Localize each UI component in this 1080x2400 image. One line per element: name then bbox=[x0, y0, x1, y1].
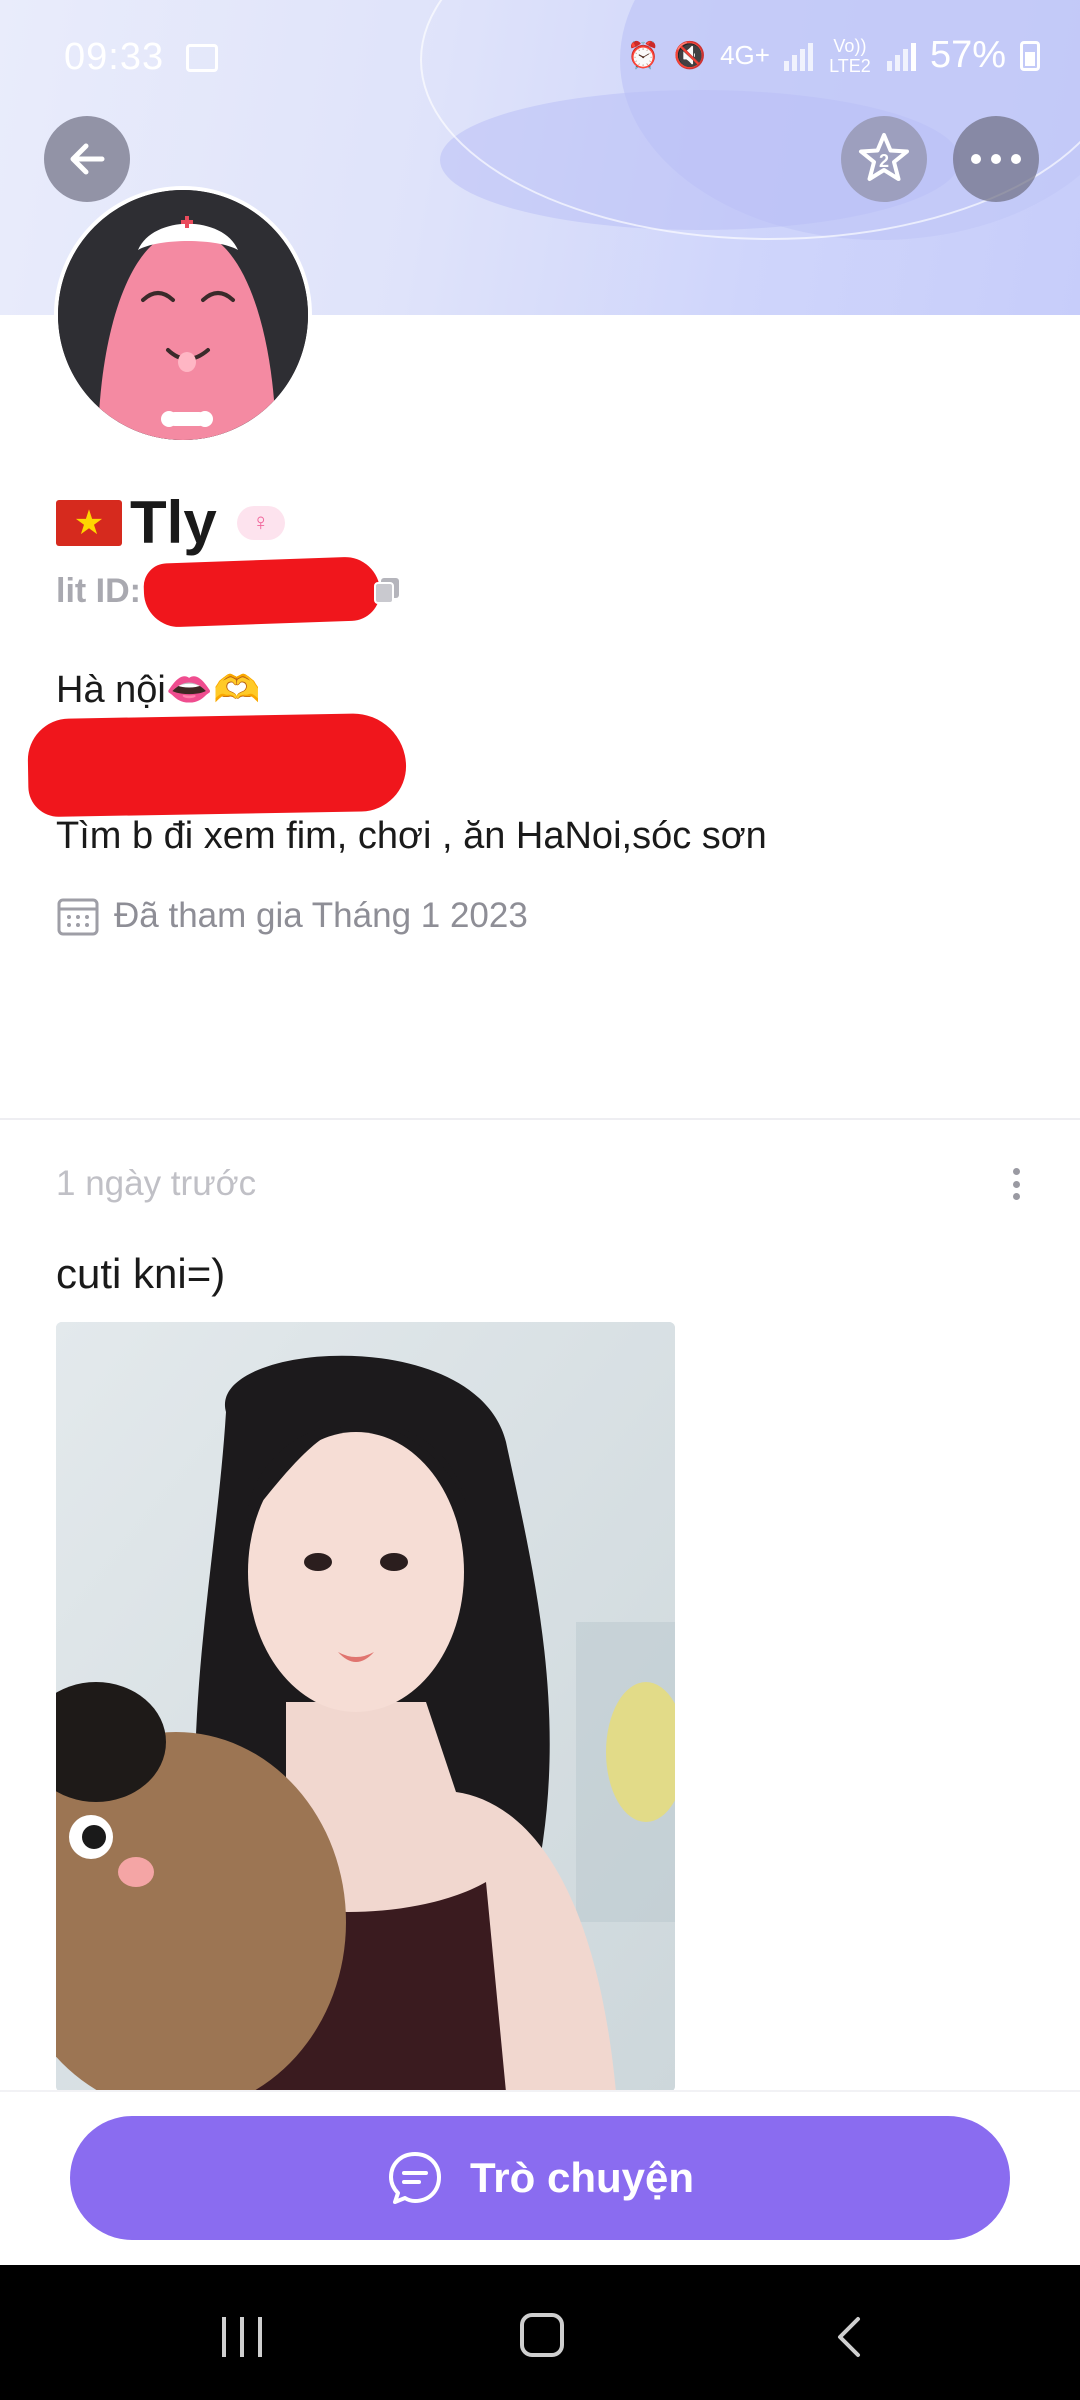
status-time: 09:33 bbox=[64, 36, 165, 78]
chat-button-label: Trò chuyện bbox=[469, 2154, 695, 2201]
more-horizontal-icon bbox=[971, 154, 1021, 164]
section-divider bbox=[0, 1118, 1080, 1120]
signal-icon bbox=[783, 41, 813, 71]
female-gender-icon: ♀ bbox=[236, 505, 285, 540]
post-photo-illustration bbox=[56, 1322, 675, 2092]
redaction-mark bbox=[142, 555, 382, 629]
profile-name-row: Tly ♀ bbox=[56, 488, 285, 557]
dot bbox=[1012, 1193, 1020, 1200]
avatar-illustration bbox=[58, 190, 308, 440]
signal-icon-2 bbox=[886, 41, 916, 71]
system-nav-bar bbox=[0, 2265, 1080, 2400]
star-count: 2 bbox=[879, 151, 889, 171]
joined-date: Đã tham gia Tháng 1 2023 bbox=[56, 894, 528, 938]
calendar-icon bbox=[57, 898, 99, 936]
joined-text: Đã tham gia Tháng 1 2023 bbox=[114, 896, 528, 935]
dot bbox=[1012, 1168, 1020, 1175]
battery-percent: 57% bbox=[929, 34, 1006, 76]
post-caption: cuti kni=) bbox=[56, 1250, 226, 1297]
status-bar: 09:33 ⏰ 🔇 4G+ Vo)) LTE2 57% bbox=[0, 28, 1080, 88]
chat-button[interactable]: Trò chuyện bbox=[70, 2116, 1010, 2240]
dot bbox=[1012, 1180, 1020, 1188]
favorite-button[interactable]: 2 bbox=[841, 116, 927, 202]
more-options-button[interactable] bbox=[953, 116, 1039, 202]
alarm-icon: ⏰ bbox=[627, 40, 660, 70]
bio-location: Hà nội👄🫶 bbox=[56, 669, 261, 711]
vietnam-flag-icon bbox=[56, 499, 122, 546]
redaction-mark bbox=[27, 712, 407, 818]
profile-avatar[interactable] bbox=[54, 186, 312, 444]
recent-apps-button[interactable] bbox=[222, 2317, 262, 2357]
lit-id-label: lit ID: bbox=[56, 572, 141, 610]
carrier-label: Vo)) LTE2 bbox=[829, 35, 871, 76]
copy-icon[interactable] bbox=[372, 575, 402, 605]
chat-bubble-icon bbox=[388, 2152, 441, 2204]
status-icons: ⏰ 🔇 4G+ Vo)) LTE2 57% bbox=[627, 34, 1040, 77]
gallery-notification-icon bbox=[186, 44, 218, 72]
battery-icon bbox=[1020, 40, 1040, 71]
nav-back-icon[interactable] bbox=[834, 2315, 864, 2359]
post-more-button[interactable] bbox=[1004, 1164, 1028, 1204]
profile-name: Tly bbox=[130, 489, 217, 556]
bio-text: Tìm b đi xem fim, chơi , ăn HaNoi,sóc sơ… bbox=[56, 815, 767, 857]
network-type: 4G+ bbox=[720, 40, 770, 70]
back-button[interactable] bbox=[44, 116, 130, 202]
home-button[interactable] bbox=[520, 2313, 564, 2357]
post-photo[interactable] bbox=[56, 1322, 675, 2092]
arrow-left-icon bbox=[70, 143, 105, 175]
star-icon: 2 bbox=[859, 133, 909, 181]
mute-icon: 🔇 bbox=[673, 40, 707, 70]
profile-screen: 09:33 ⏰ 🔇 4G+ Vo)) LTE2 57% 2 ★ Tly ♀ li… bbox=[0, 0, 1080, 2400]
post-timestamp: 1 ngày trước bbox=[56, 1164, 257, 1203]
